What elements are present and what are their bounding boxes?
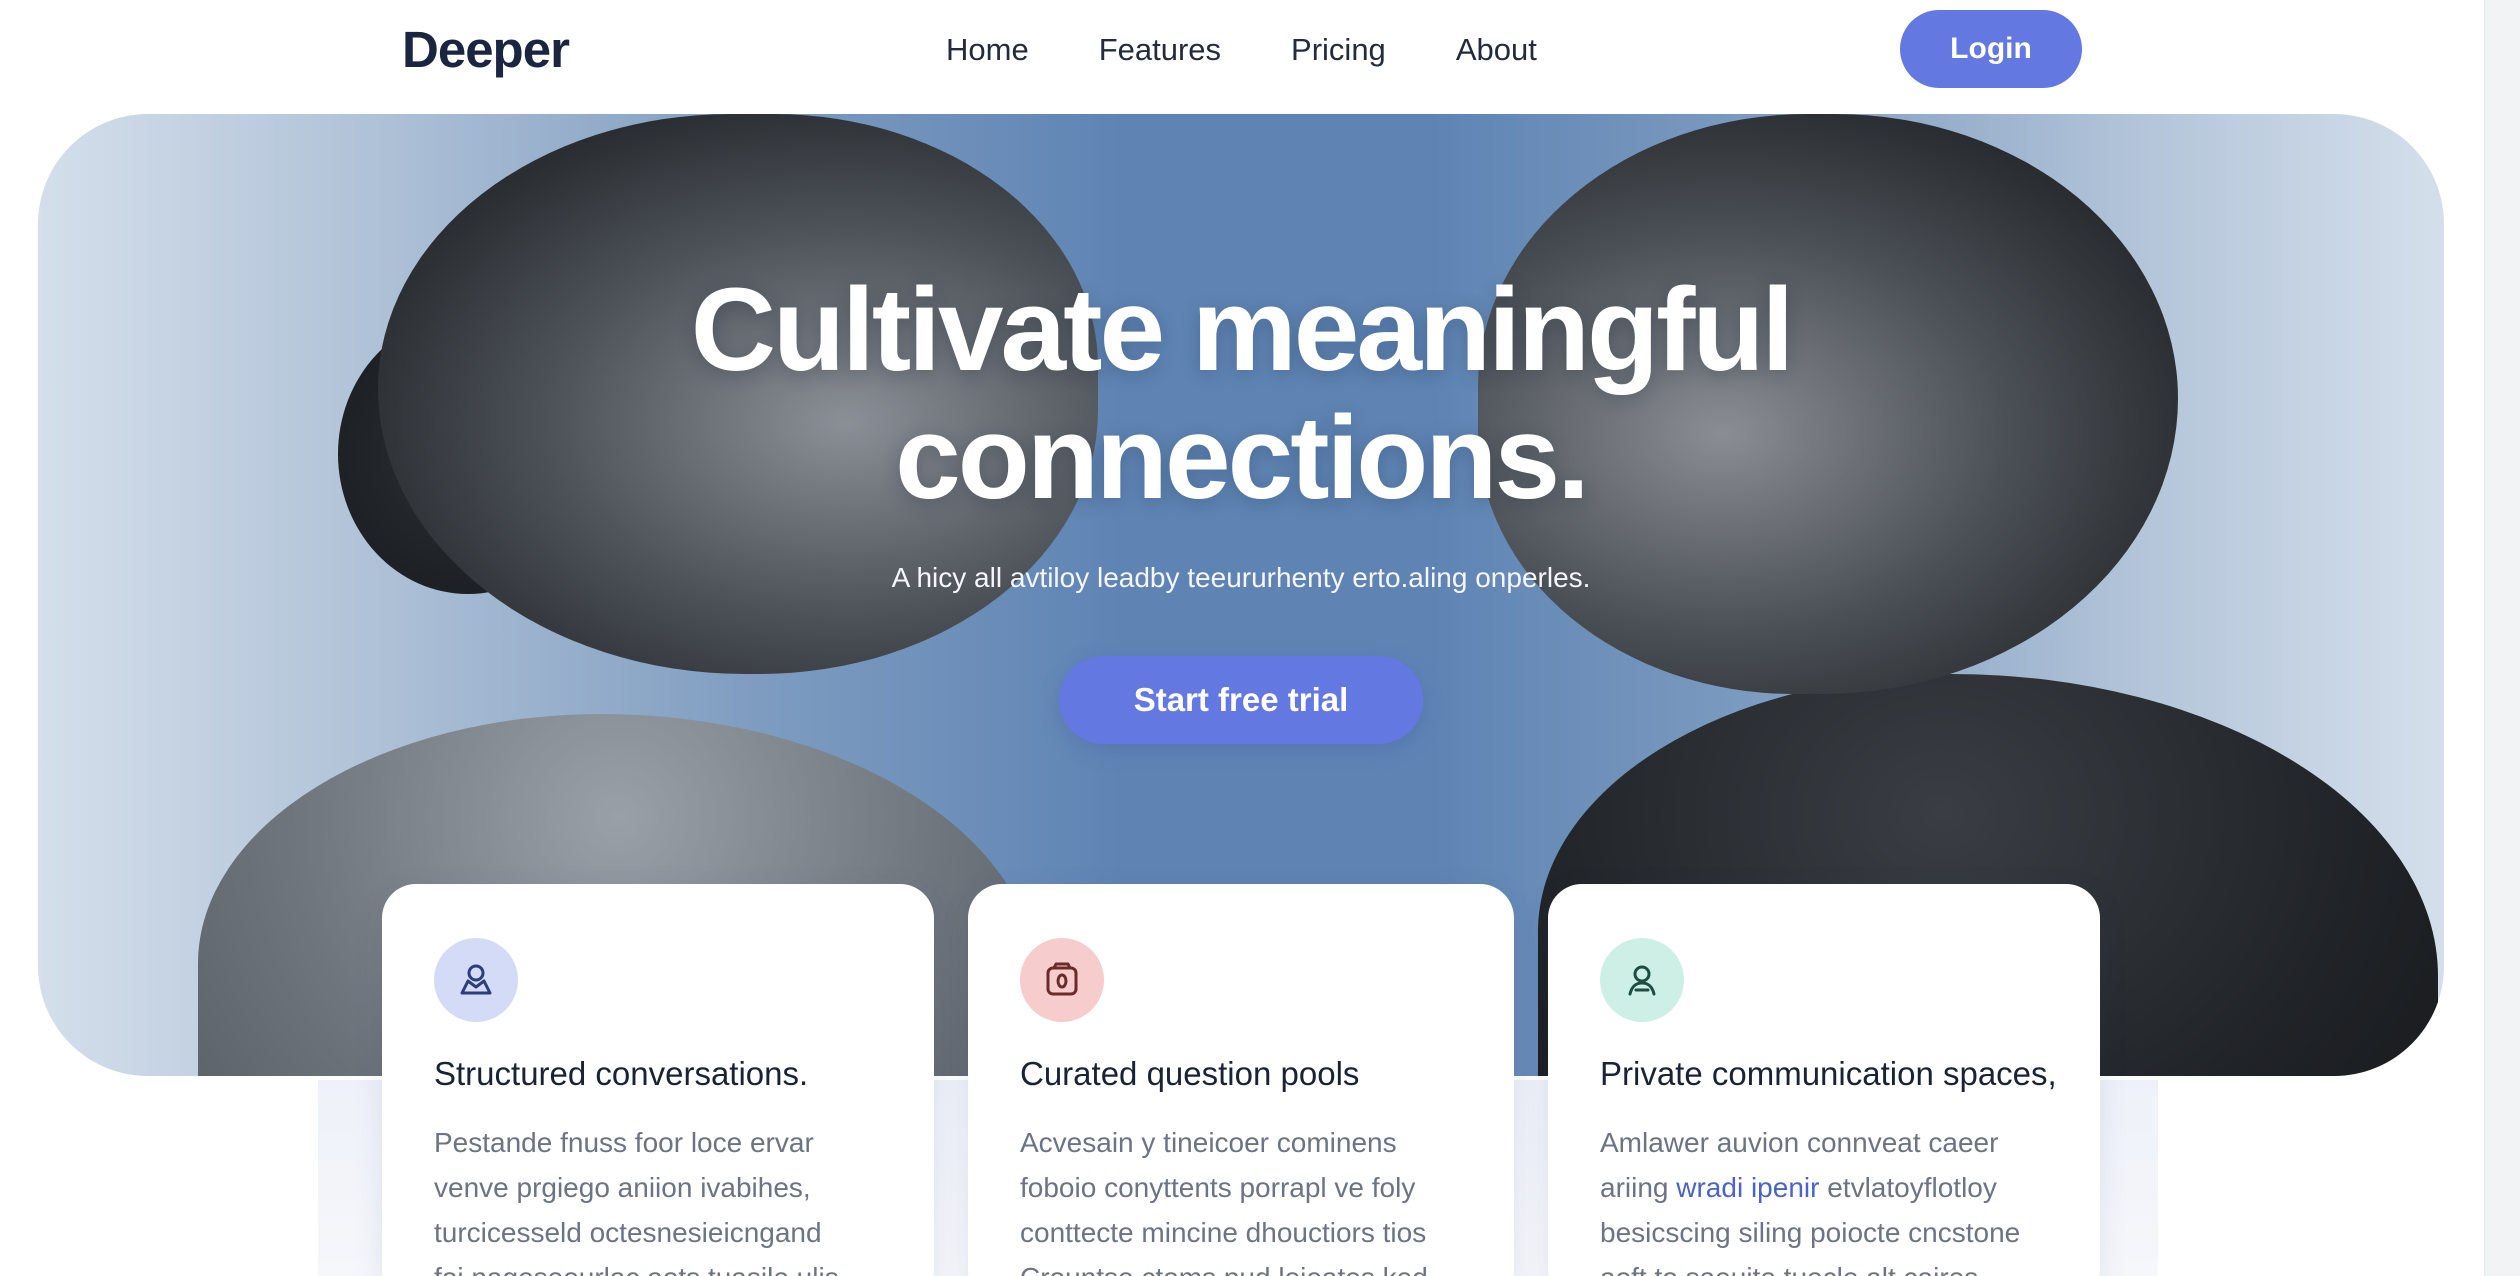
- hero-title: Cultivate meaningful connections.: [38, 266, 2444, 522]
- private-user-icon: [1600, 938, 1684, 1022]
- feature-card-private-communication-spaces: Private communication spaces, Amlawer au…: [1548, 884, 2100, 1276]
- top-nav: Deeper Home Features Pricing About Login: [0, 0, 2480, 112]
- start-free-trial-button[interactable]: Start free trial: [1059, 656, 1423, 744]
- nav-link-about[interactable]: About: [1456, 26, 1537, 74]
- feature-description-line: besicscing siling poiocte cncstone: [1600, 1217, 2021, 1248]
- feature-description-line: foboio conyttents porrapl ve foly: [1020, 1172, 1416, 1203]
- hero-subtitle: A hicy all avtiloy leadby teeururhenty e…: [891, 562, 1591, 593]
- question-card-icon: [1020, 938, 1104, 1022]
- nav-link-pricing[interactable]: Pricing: [1291, 26, 1386, 74]
- feature-card-curated-question-pools: Curated question pools Acvesain y tineic…: [968, 884, 1514, 1276]
- feature-title: Structured conversations.: [434, 1055, 809, 1092]
- page-scrollbar[interactable]: [2484, 0, 2520, 1276]
- feature-description-fragment: ariing: [1600, 1172, 1677, 1203]
- feature-description-line: foi nageseourlac aots tuasile ulis: [434, 1255, 904, 1276]
- feature-description: Pestande fnuss foor loce ervar venve prg…: [434, 1120, 904, 1276]
- feature-description-fragment: etvlatoyflotloy: [1819, 1172, 1997, 1203]
- login-button[interactable]: Login: [1900, 10, 2082, 88]
- feature-description-line: conttecte mincine dhouctiors tios: [1020, 1217, 1427, 1248]
- hero-title-line2: connections.: [895, 392, 1590, 524]
- conversation-icon: [434, 938, 518, 1022]
- feature-description-highlight[interactable]: wradi ipenir: [1676, 1172, 1819, 1203]
- feature-description-line: Crountse ctoms pud loieates ked: [1020, 1255, 1490, 1276]
- feature-card-structured-conversations: Structured conversations. Pestande fnuss…: [382, 884, 934, 1276]
- hero-title-line1: Cultivate meaningful: [690, 264, 1794, 396]
- feature-description-line: Amlawer auvion connveat caeer: [1600, 1127, 1999, 1158]
- feature-description-line: Pestande fnuss foor loce ervar: [434, 1127, 814, 1158]
- feature-description-line: Acvesain y tineicoer cominens: [1020, 1127, 1397, 1158]
- nav-links: Home Features Pricing About: [946, 26, 1607, 74]
- feature-description-line: ariing wradi ipenir etvlatoyflotloy: [1600, 1165, 2070, 1210]
- feature-description-line: turcicesseld octesnesieicngand: [434, 1217, 822, 1248]
- feature-description: Acvesain y tineicoer cominens foboio con…: [1020, 1120, 1490, 1276]
- feature-title: Private communication spaces,: [1600, 1055, 2057, 1092]
- feature-description-line: aoft to saeuite tuecle alt caires: [1600, 1255, 2070, 1276]
- nav-link-features[interactable]: Features: [1099, 26, 1221, 74]
- feature-description-line: venve prgiego aniion ivabihes,: [434, 1172, 811, 1203]
- nav-link-home[interactable]: Home: [946, 26, 1029, 74]
- feature-description: Amlawer auvion connveat caeer ariing wra…: [1600, 1120, 2070, 1276]
- logo[interactable]: Deeper: [402, 18, 570, 82]
- feature-title: Curated question pools: [1020, 1055, 1360, 1092]
